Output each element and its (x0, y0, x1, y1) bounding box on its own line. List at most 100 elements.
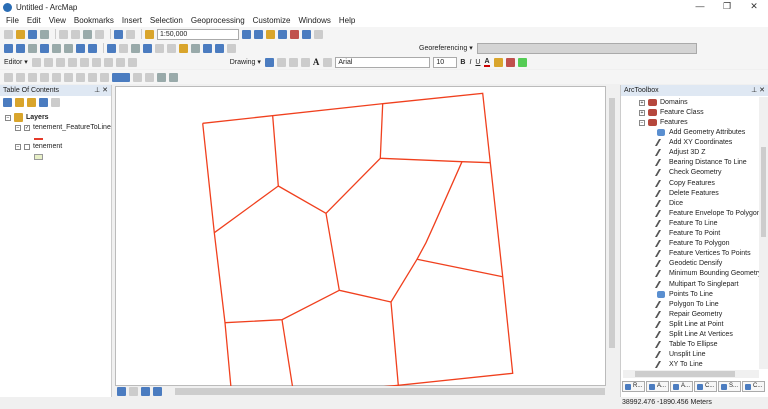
tool-item[interactable]: Add XY Coordinates (654, 139, 732, 147)
tool-item[interactable]: Feature To Line (654, 219, 718, 227)
scroll-thumb[interactable] (609, 98, 615, 348)
back-icon[interactable] (76, 43, 85, 53)
feature-line[interactable] (277, 103, 384, 215)
catalog-icon[interactable] (266, 29, 275, 39)
tool-item[interactable]: Copy Features (654, 179, 715, 187)
menu-help[interactable]: Help (339, 16, 355, 25)
list-by-selection-icon[interactable] (39, 98, 48, 107)
list-by-drawing-order-icon[interactable] (3, 98, 12, 107)
rotate-element-icon[interactable] (276, 57, 286, 67)
zoom-percent-field[interactable] (112, 72, 130, 82)
dock-tab[interactable]: A... (670, 381, 693, 392)
identify-icon[interactable] (143, 43, 152, 53)
toolbox-vertical-scrollbar[interactable] (759, 97, 768, 369)
go-back-extent-icon[interactable] (88, 72, 97, 82)
python-icon[interactable] (302, 29, 311, 39)
fixed-zoom-out-layout-icon[interactable] (76, 72, 85, 82)
select-elements-tool-icon[interactable] (264, 57, 274, 67)
editor-menu[interactable]: Editor ▾ (4, 58, 28, 66)
feature-line[interactable] (325, 161, 463, 303)
save-icon[interactable] (28, 29, 37, 39)
tool-item[interactable]: Unsplit Line (654, 351, 706, 359)
dock-tab[interactable]: C... (742, 381, 765, 392)
layers-group[interactable]: − Layers (5, 113, 49, 122)
select-elements-icon[interactable] (131, 43, 140, 53)
callout-icon[interactable] (323, 57, 333, 67)
tool-item[interactable]: XY To Line (654, 361, 703, 369)
tool-item[interactable]: Add Geometry Attributes (657, 129, 745, 136)
go-to-xy-icon[interactable] (215, 43, 224, 53)
map-view[interactable] (115, 86, 606, 389)
rotate-icon[interactable] (103, 57, 113, 67)
layout-view-icon[interactable] (129, 387, 138, 396)
options-icon[interactable] (51, 98, 60, 107)
new-icon[interactable] (4, 29, 13, 39)
tool-item[interactable]: Polygon To Line (654, 300, 719, 308)
select-features-icon[interactable] (107, 43, 116, 53)
map-vertical-scrollbar[interactable] (607, 86, 617, 386)
find-route-icon[interactable] (203, 43, 212, 53)
dock-tab[interactable]: A... (646, 381, 669, 392)
list-by-visibility-icon[interactable] (27, 98, 36, 107)
full-extent-icon[interactable] (40, 43, 49, 53)
font-size-select[interactable]: 10 (433, 56, 458, 68)
expand-icon[interactable]: + (639, 99, 645, 106)
minimize-button[interactable]: — (690, 0, 710, 13)
tool-item[interactable]: Table To Ellipse (654, 341, 718, 349)
expand-icon[interactable]: − (639, 119, 645, 126)
collapse-icon[interactable]: − (15, 124, 21, 131)
layer-visibility-checkbox[interactable]: ✓ (24, 124, 30, 131)
zoom-in-icon[interactable] (4, 43, 13, 53)
map-horizontal-scrollbar[interactable] (175, 388, 605, 395)
toolset-item[interactable]: − Features (639, 119, 688, 126)
tool-item[interactable]: Dice (654, 199, 683, 207)
zoom-100-icon[interactable] (52, 72, 61, 82)
print-icon[interactable] (40, 29, 49, 39)
clear-selection-icon[interactable] (119, 43, 128, 53)
bold-button[interactable]: B (460, 59, 465, 66)
menu-file[interactable]: File (6, 16, 19, 25)
toggle-draft-mode-icon[interactable] (133, 72, 142, 82)
straight-segment-icon[interactable] (55, 57, 65, 67)
toolbox-horizontal-scrollbar[interactable] (623, 370, 759, 378)
delete-icon[interactable] (95, 29, 104, 39)
feature-line[interactable] (224, 289, 340, 324)
italic-button[interactable]: I (469, 59, 471, 66)
underline-button[interactable]: U (475, 59, 480, 66)
dock-tab[interactable]: R... (622, 381, 645, 392)
find-icon[interactable] (191, 43, 200, 53)
restore-button[interactable]: ❐ (717, 0, 737, 13)
new-text-icon[interactable]: A (313, 57, 320, 67)
search-window-icon[interactable] (278, 29, 287, 39)
marker-color-icon[interactable] (517, 57, 527, 67)
layout-zoom-in-icon[interactable] (4, 72, 13, 82)
line-color-icon[interactable] (505, 57, 515, 67)
menu-insert[interactable]: Insert (122, 16, 142, 25)
tool-item[interactable]: Split Line at Point (654, 320, 723, 328)
polygon-symbol-swatch[interactable] (34, 154, 43, 160)
redo-icon[interactable] (126, 29, 135, 39)
tool-item[interactable]: Feature Vertices To Points (654, 250, 751, 258)
add-data-icon[interactable] (145, 29, 154, 39)
go-forward-extent-icon[interactable] (100, 72, 109, 82)
change-layout-icon[interactable] (157, 72, 166, 82)
feature-line[interactable] (281, 319, 294, 388)
georeferencing-layer-select[interactable] (476, 42, 697, 54)
tool-item[interactable]: Points To Line (657, 290, 713, 298)
open-icon[interactable] (16, 29, 25, 39)
rectangle-icon[interactable] (300, 57, 310, 67)
menu-view[interactable]: View (49, 16, 66, 25)
layer-item[interactable]: − tenement (15, 143, 62, 150)
trace-icon[interactable] (79, 57, 89, 67)
pan-icon[interactable] (28, 43, 37, 53)
toolset-item[interactable]: + Feature Class (639, 109, 704, 116)
feature-line[interactable] (416, 258, 503, 278)
tool-item[interactable]: Split Line At Vertices (654, 331, 733, 338)
end-point-arc-icon[interactable] (67, 57, 77, 67)
feature-line[interactable] (202, 123, 232, 388)
menu-customize[interactable]: Customize (253, 16, 291, 25)
tool-item[interactable]: Feature To Point (654, 230, 720, 237)
feature-line[interactable] (202, 92, 514, 389)
forward-icon[interactable] (88, 43, 97, 53)
toolset-item[interactable]: + Domains (639, 99, 688, 106)
